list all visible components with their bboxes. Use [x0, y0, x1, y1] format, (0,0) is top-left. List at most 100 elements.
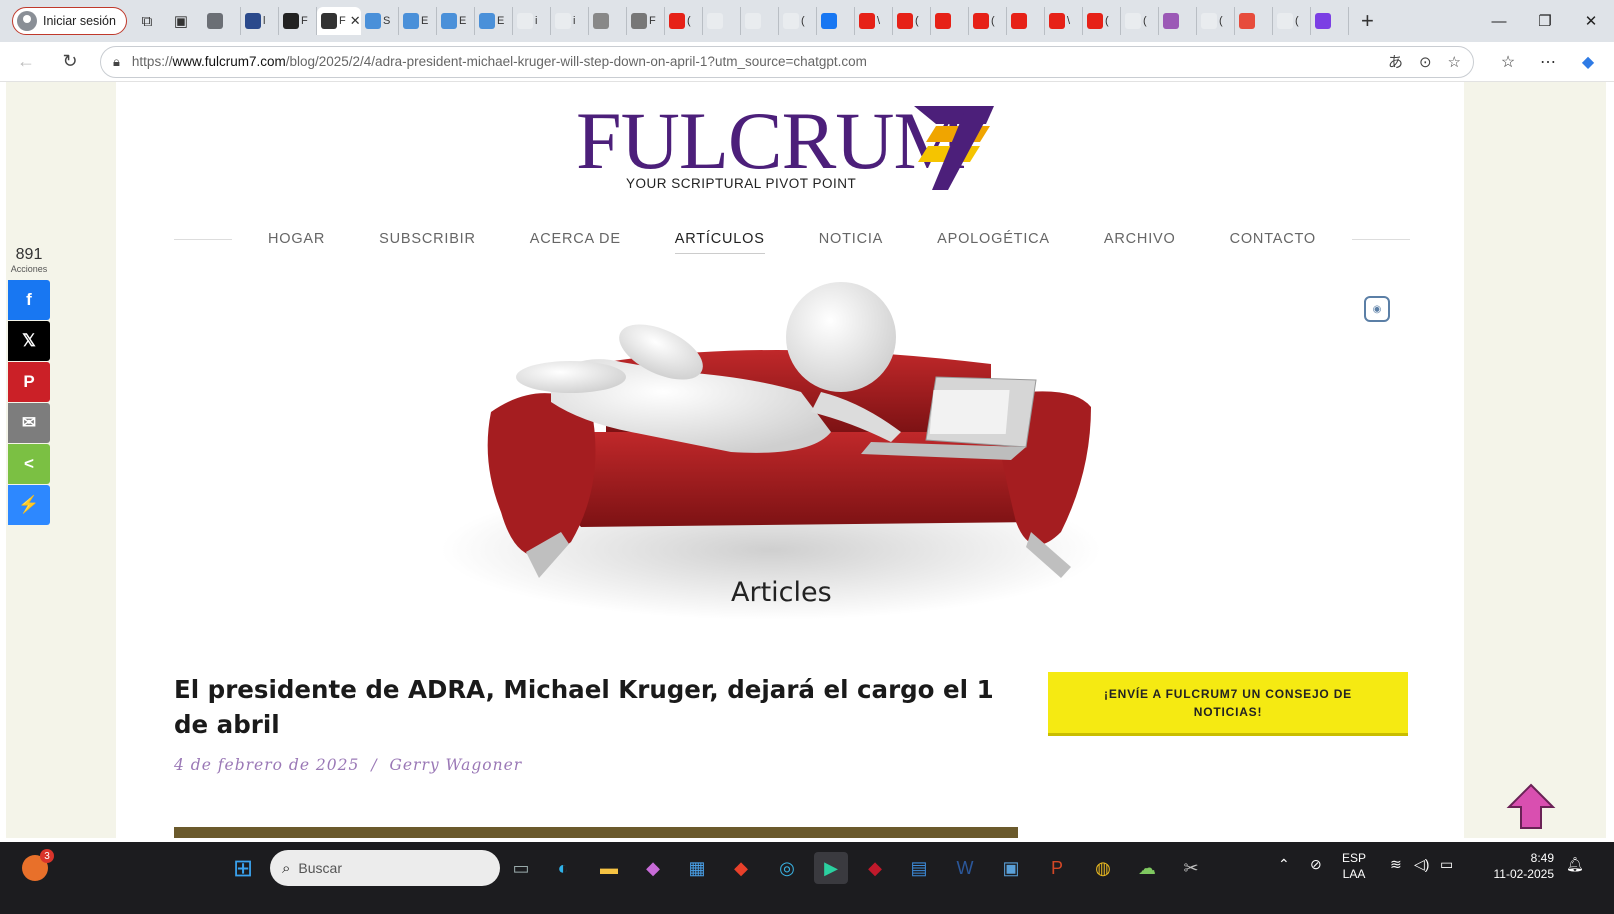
- nav-item[interactable]: ARTÍCULOS: [648, 231, 792, 254]
- nav-item[interactable]: APOLOGÉTICA: [910, 231, 1077, 247]
- browser-tab[interactable]: [931, 7, 969, 35]
- browser-tab[interactable]: F: [627, 7, 665, 35]
- minimize-icon[interactable]: —: [1476, 0, 1522, 42]
- browser-tab[interactable]: [817, 7, 855, 35]
- article-date[interactable]: 4 de febrero de 2025: [174, 756, 359, 774]
- tab-list: l F F ✕ S E E Ei i F((\((\((((: [203, 6, 1349, 36]
- browser-tab[interactable]: [1007, 7, 1045, 35]
- browser-tab[interactable]: (: [1121, 7, 1159, 35]
- battery-icon[interactable]: ▭: [1440, 856, 1453, 872]
- browser-tab[interactable]: [203, 7, 241, 35]
- snipping-tool-icon[interactable]: ✂: [1174, 852, 1208, 884]
- close-window-icon[interactable]: ✕: [1568, 0, 1614, 42]
- edge-browser-icon[interactable]: ◐: [546, 852, 580, 884]
- weather-widget-icon[interactable]: 3: [22, 849, 54, 881]
- back-icon[interactable]: ←: [8, 46, 44, 78]
- browser-tab[interactable]: i: [513, 7, 551, 35]
- browser-tab[interactable]: [1159, 7, 1197, 35]
- signin-button[interactable]: Iniciar sesión: [12, 7, 127, 35]
- windows-start-icon[interactable]: ⊞: [226, 852, 260, 884]
- browser-tab[interactable]: (: [779, 7, 817, 35]
- browser-tab[interactable]: (: [1273, 7, 1311, 35]
- pinterest-icon[interactable]: P: [8, 362, 50, 402]
- browser-tab[interactable]: E: [399, 7, 437, 35]
- translate-icon[interactable]: あ: [1388, 51, 1403, 72]
- tab-title: (: [1142, 15, 1147, 27]
- browser-tab[interactable]: F ✕: [316, 7, 361, 35]
- favorites-icon[interactable]: ☆: [1488, 52, 1528, 72]
- browser-tab[interactable]: (: [665, 7, 703, 35]
- clock[interactable]: 8:49 11-02-2025: [1474, 850, 1555, 882]
- store-icon[interactable]: ▦: [680, 852, 714, 884]
- article-author[interactable]: Gerry Wagoner: [389, 756, 522, 774]
- nav-item[interactable]: NOTICIA: [792, 231, 910, 247]
- close-tab-icon[interactable]: ✕: [350, 13, 361, 29]
- photos-icon[interactable]: ▤: [902, 852, 936, 884]
- x-icon[interactable]: 𝕏: [8, 321, 50, 361]
- favorite-star-icon[interactable]: ☆: [1448, 53, 1461, 71]
- site-logo[interactable]: FULCRUM YOUR SCRIPTURAL PIVOT POINT: [576, 100, 1016, 200]
- monitor-app-icon[interactable]: ▣: [994, 852, 1028, 884]
- browser-tab[interactable]: \: [1045, 7, 1083, 35]
- share-icon[interactable]: <: [8, 444, 50, 484]
- notifications-icon[interactable]: 🔔︎: [1566, 856, 1584, 872]
- cloud-app-icon[interactable]: ☁: [1130, 852, 1164, 884]
- copilot-app-icon[interactable]: ◆: [636, 852, 670, 884]
- refresh-icon[interactable]: ↻: [52, 46, 88, 78]
- file-explorer-icon[interactable]: ▬: [592, 852, 626, 884]
- messenger-icon[interactable]: ⚡: [8, 485, 50, 525]
- app-globe-icon[interactable]: ◎: [770, 852, 804, 884]
- youtube-icon: [1086, 13, 1103, 29]
- powerpoint-icon[interactable]: P: [1040, 852, 1074, 884]
- browser-tab[interactable]: S: [361, 7, 399, 35]
- browser-tab[interactable]: E: [437, 7, 475, 35]
- browser-tab[interactable]: (: [1083, 7, 1121, 35]
- chrome-icon[interactable]: ◍: [1086, 852, 1120, 884]
- more-menu-icon[interactable]: ⋯: [1528, 52, 1568, 72]
- app-diamond-icon[interactable]: ◆: [724, 852, 758, 884]
- email-icon[interactable]: ✉: [8, 403, 50, 443]
- taskbar-search[interactable]: ⌕ Buscar: [270, 850, 500, 886]
- nav-item[interactable]: SUBSCRIBIR: [352, 231, 503, 247]
- task-view-icon[interactable]: ▭: [504, 852, 538, 884]
- nav-item[interactable]: HOGAR: [241, 231, 352, 247]
- browser-tab[interactable]: (: [969, 7, 1007, 35]
- language-indicator[interactable]: ESP LAA: [1342, 850, 1366, 882]
- browser-tab[interactable]: [1311, 7, 1349, 35]
- share-count-label: Acciones: [10, 264, 48, 274]
- vertical-tabs-icon[interactable]: ▣: [167, 7, 195, 35]
- new-tab-button[interactable]: +: [1361, 8, 1374, 34]
- browser-tab[interactable]: [1235, 7, 1273, 35]
- browser-tab[interactable]: [589, 7, 627, 35]
- browser-tab[interactable]: (: [893, 7, 931, 35]
- copilot-icon[interactable]: ◆: [1568, 52, 1608, 72]
- lock-icon[interactable]: 🔒︎: [113, 54, 120, 70]
- workspaces-icon[interactable]: ⧉: [133, 7, 161, 35]
- browser-tab[interactable]: \: [855, 7, 893, 35]
- restore-icon[interactable]: ❐: [1522, 0, 1568, 42]
- mcafee-icon[interactable]: ◆: [858, 852, 892, 884]
- wifi-icon[interactable]: ≋: [1390, 856, 1402, 872]
- terminal-icon[interactable]: ▶: [814, 852, 848, 884]
- browser-tab[interactable]: [703, 7, 741, 35]
- volume-icon[interactable]: ◁): [1414, 856, 1429, 872]
- browser-tab[interactable]: E: [475, 7, 513, 35]
- facebook-icon[interactable]: f: [8, 280, 50, 320]
- nav-item[interactable]: CONTACTO: [1203, 231, 1343, 247]
- nav-item[interactable]: ARCHIVO: [1077, 231, 1203, 247]
- network-off-icon[interactable]: ⊘: [1310, 856, 1322, 872]
- nav-item[interactable]: ACERCA DE: [503, 231, 648, 247]
- news-tip-button[interactable]: ¡ENVÍE A FULCRUM7 UN CONSEJO DE NOTICIAS…: [1048, 672, 1408, 736]
- address-bar[interactable]: 🔒︎ https://www.fulcrum7.com/blog/2025/2/…: [100, 45, 1474, 78]
- tab-title: (: [1104, 15, 1109, 27]
- browser-tab[interactable]: [741, 7, 779, 35]
- visual-search-icon[interactable]: ◉: [1364, 296, 1390, 322]
- show-hidden-icons-icon[interactable]: ⌃: [1278, 856, 1290, 872]
- browser-tab[interactable]: F: [279, 7, 317, 35]
- browser-tab[interactable]: l: [241, 7, 279, 35]
- browser-tab[interactable]: (: [1197, 7, 1235, 35]
- scroll-to-top-icon[interactable]: [1506, 782, 1556, 832]
- extensions-icon[interactable]: ⊙: [1419, 53, 1432, 71]
- word-icon[interactable]: W: [948, 852, 982, 884]
- browser-tab[interactable]: i: [551, 7, 589, 35]
